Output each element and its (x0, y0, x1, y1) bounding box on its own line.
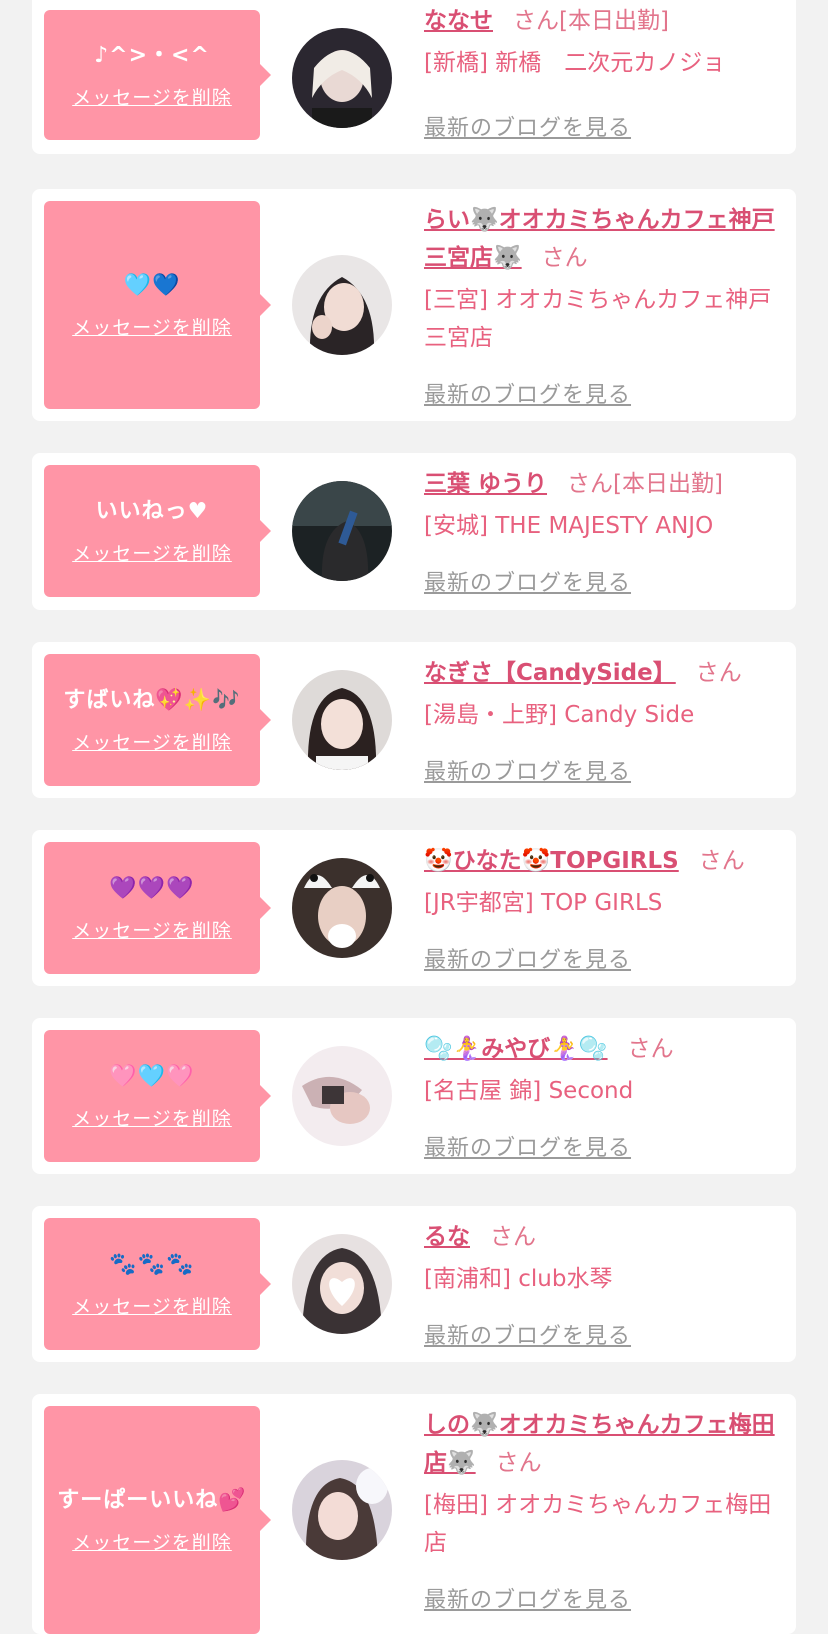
list-item: すばいね💖✨🎶 メッセージを削除 なぎさ【CandySide】 さん [湯島・上野… (32, 642, 796, 798)
name-line: 🫧🧜‍♀️みやび🧜‍♀️🫧 さん (424, 1030, 786, 1068)
message-text: すーぱーいいね💕 (57, 1487, 247, 1513)
message-bubble: 💜💜💜 メッセージを削除 (44, 842, 271, 974)
latest-blog-link[interactable]: 最新のブログを見る (424, 942, 631, 974)
latest-blog-link[interactable]: 最新のブログを見る (424, 754, 631, 786)
name-line: るな さん (424, 1218, 786, 1256)
honorific: さん (567, 471, 614, 497)
honorific: さん (627, 1036, 674, 1062)
avatar-photo-icon (292, 858, 392, 958)
girl-name-link[interactable]: るな (424, 1224, 470, 1250)
honorific: さん (695, 660, 742, 686)
girl-info: 三葉 ゆうり さん[本日出勤] [安城] THE MAJESTY ANJO 最新の… (424, 465, 786, 596)
message-text: ♪^>・<^ (94, 42, 210, 68)
girl-name-link[interactable]: しの🐺オオカミちゃんカフェ梅田店🐺 (424, 1412, 775, 1476)
avatar-photo-icon (292, 1234, 392, 1334)
girl-name-link[interactable]: なぎさ【CandySide】 (424, 660, 676, 686)
girl-info: しの🐺オオカミちゃんカフェ梅田店🐺 さん [梅田] オオカミちゃんカフェ梅田店 最… (424, 1406, 786, 1613)
latest-blog-link[interactable]: 最新のブログを見る (424, 110, 631, 142)
avatar-photo-icon (292, 1046, 392, 1146)
honorific: さん (490, 1224, 536, 1250)
girl-name-link[interactable]: ななせ (424, 8, 493, 34)
honorific: さん (541, 245, 588, 271)
name-line: 三葉 ゆうり さん[本日出勤] (424, 465, 786, 503)
delete-message-link[interactable]: メッセージを削除 (72, 1292, 232, 1319)
name-line: なぎさ【CandySide】 さん (424, 654, 786, 692)
name-line: 🤡ひなた🤡TOPGIRLS さん (424, 842, 786, 880)
shop-info: [名古屋 錦] Second (424, 1078, 634, 1104)
avatar[interactable] (292, 1234, 392, 1334)
girl-name-link[interactable]: 🫧🧜‍♀️みやび🧜‍♀️🫧 (424, 1036, 608, 1062)
girl-info: なぎさ【CandySide】 さん [湯島・上野] Candy Side 最新のブ… (424, 654, 786, 785)
avatar-photo-icon (292, 670, 392, 770)
avatar-photo-icon (292, 255, 392, 355)
message-bubble: すばいね💖✨🎶 メッセージを削除 (44, 654, 271, 786)
honorific: さん (495, 1450, 542, 1476)
avatar[interactable] (292, 255, 392, 355)
girl-info: らい🐺オオカミちゃんカフェ神戸三宮店🐺 さん [三宮] オオカミちゃんカフェ神戸三… (424, 201, 786, 408)
message-bubble: 🩷🩵🩷 メッセージを削除 (44, 1030, 271, 1162)
latest-blog-link[interactable]: 最新のブログを見る (424, 1130, 631, 1162)
avatar[interactable] (292, 1460, 392, 1560)
name-line: しの🐺オオカミちゃんカフェ梅田店🐺 さん (424, 1406, 786, 1482)
attendance-status: [本日出勤] (559, 8, 669, 34)
list-item: いいねっ♥ メッセージを削除 三葉 ゆうり さん[本日出勤] [安城] THE M… (32, 453, 796, 610)
girl-info: 🫧🧜‍♀️みやび🧜‍♀️🫧 さん [名古屋 錦] Second 最新のブログを見る (424, 1030, 786, 1161)
list-item: 🩵💙 メッセージを削除 らい🐺オオカミちゃんカフェ神戸三宮店🐺 さん [三宮] オ… (32, 189, 796, 421)
delete-message-link[interactable]: メッセージを削除 (72, 83, 232, 110)
name-line: らい🐺オオカミちゃんカフェ神戸三宮店🐺 さん (424, 201, 786, 277)
delete-message-link[interactable]: メッセージを削除 (72, 728, 232, 755)
avatar[interactable] (292, 481, 392, 581)
shop-info: [新橋] 新橋 二次元カノジョ (424, 50, 726, 76)
latest-blog-link[interactable]: 最新のブログを見る (424, 377, 631, 409)
shop-info: [安城] THE MAJESTY ANJO (424, 513, 714, 539)
message-text: いいねっ♥ (95, 498, 209, 524)
girl-name-link[interactable]: らい🐺オオカミちゃんカフェ神戸三宮店🐺 (424, 207, 775, 271)
attendance-status: [本日出勤] (613, 471, 723, 497)
delete-message-link[interactable]: メッセージを削除 (72, 539, 232, 566)
avatar[interactable] (292, 670, 392, 770)
avatar-photo-icon (292, 1460, 392, 1560)
message-bubble: 🩵💙 メッセージを削除 (44, 201, 271, 409)
shop-info: [湯島・上野] Candy Side (424, 702, 695, 728)
message-text: 🐾🐾🐾 (109, 1251, 195, 1277)
list-item: ♪^>・<^ メッセージを削除 ななせ さん[本日出勤] [新橋] 新橋 二次元カ… (32, 0, 796, 154)
girl-info: るな さん [南浦和] club水琴 最新のブログを見る (424, 1218, 786, 1349)
girl-name-link[interactable]: 🤡ひなた🤡TOPGIRLS (424, 848, 679, 874)
list-item: 💜💜💜 メッセージを削除 🤡ひなた🤡TOPGIRLS さん [JR宇都宮] TOP… (32, 830, 796, 986)
shop-info: [南浦和] club水琴 (424, 1266, 613, 1292)
message-text: 💜💜💜 (109, 875, 195, 901)
latest-blog-link[interactable]: 最新のブログを見る (424, 1318, 631, 1350)
avatar[interactable] (292, 28, 392, 128)
message-text: 🩷🩵🩷 (109, 1063, 195, 1089)
honorific: さん (698, 848, 745, 874)
avatar[interactable] (292, 1046, 392, 1146)
avatar-photo-icon (292, 28, 392, 128)
message-bubble: いいねっ♥ メッセージを削除 (44, 465, 271, 597)
name-line: ななせ さん[本日出勤] (424, 2, 786, 40)
shop-info: [梅田] オオカミちゃんカフェ梅田店 (424, 1492, 772, 1556)
list-item: すーぱーいいね💕 メッセージを削除 しの🐺オオカミちゃんカフェ梅田店🐺 さん [梅… (32, 1394, 796, 1634)
honorific: さん (513, 8, 559, 34)
message-text: すばいね💖✨🎶 (63, 687, 241, 713)
message-bubble: 🐾🐾🐾 メッセージを削除 (44, 1218, 271, 1350)
girl-info: 🤡ひなた🤡TOPGIRLS さん [JR宇都宮] TOP GIRLS 最新のブログ… (424, 842, 786, 973)
list-item: 🩷🩵🩷 メッセージを削除 🫧🧜‍♀️みやび🧜‍♀️🫧 さん [名古屋 錦] Sec… (32, 1018, 796, 1174)
message-bubble: すーぱーいいね💕 メッセージを削除 (44, 1406, 271, 1634)
latest-blog-link[interactable]: 最新のブログを見る (424, 1582, 631, 1614)
girl-info: ななせ さん[本日出勤] [新橋] 新橋 二次元カノジョ 最新のブログを見る (424, 2, 786, 141)
delete-message-link[interactable]: メッセージを削除 (72, 313, 232, 340)
shop-info: [JR宇都宮] TOP GIRLS (424, 890, 663, 916)
avatar-photo-icon (292, 481, 392, 581)
list-item: 🐾🐾🐾 メッセージを削除 るな さん [南浦和] club水琴 最新のブログを見る (32, 1206, 796, 1362)
avatar[interactable] (292, 858, 392, 958)
delete-message-link[interactable]: メッセージを削除 (72, 1528, 232, 1555)
delete-message-link[interactable]: メッセージを削除 (72, 1104, 232, 1131)
delete-message-link[interactable]: メッセージを削除 (72, 916, 232, 943)
message-bubble: ♪^>・<^ メッセージを削除 (44, 10, 271, 140)
latest-blog-link[interactable]: 最新のブログを見る (424, 565, 631, 597)
shop-info: [三宮] オオカミちゃんカフェ神戸三宮店 (424, 287, 772, 351)
girl-name-link[interactable]: 三葉 ゆうり (424, 471, 547, 497)
message-text: 🩵💙 (123, 272, 181, 298)
